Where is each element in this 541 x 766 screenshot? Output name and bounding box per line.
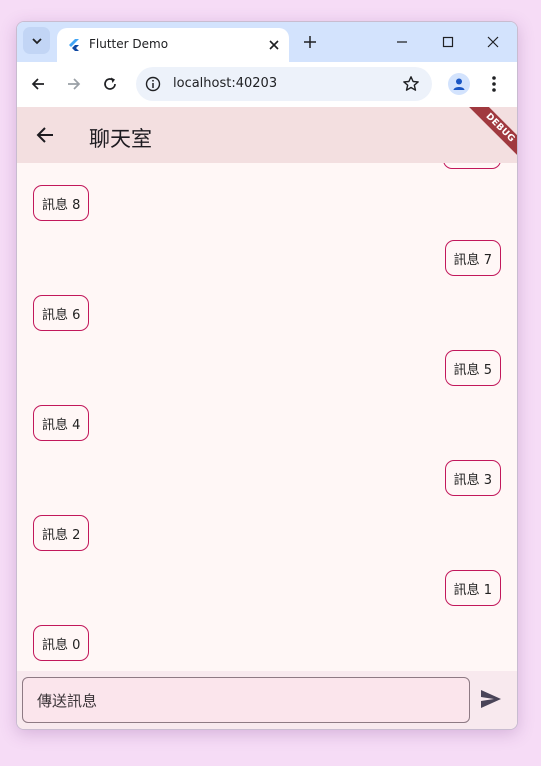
reload-icon: [104, 77, 116, 90]
profile-button[interactable]: [448, 73, 470, 95]
url-text: localhost:40203: [173, 76, 278, 91]
bookmark-star-icon[interactable]: [402, 75, 420, 93]
close-icon: [269, 40, 279, 50]
window-close-button[interactable]: [482, 32, 504, 52]
message-bubble: 訊息 3: [444, 460, 501, 496]
arrow-back-icon: [36, 127, 53, 143]
minimize-icon: [397, 41, 407, 43]
arrow-right-icon: [68, 78, 81, 90]
maximize-icon: [442, 36, 454, 48]
message-bubble: 訊息 4: [33, 405, 90, 441]
message-list[interactable]: 訊息 8 訊息 7 訊息 6 訊息 5 訊息 4 訊息 3 訊息 2 訊息 1 訊息 0: [17, 163, 517, 671]
tab-flutter-demo[interactable]: Flutter Demo: [57, 28, 289, 62]
tab-strip: Flutter Demo: [17, 22, 517, 62]
address-bar[interactable]: localhost:40203: [136, 67, 432, 101]
more-vert-icon: [492, 76, 496, 92]
message-bubble: 訊息 0: [33, 625, 90, 661]
browser-toolbar: localhost:40203: [17, 62, 517, 107]
message-input[interactable]: [35, 690, 459, 712]
app-bar: 聊天室 DEBUG: [17, 107, 517, 163]
tab-title: Flutter Demo: [89, 37, 169, 51]
debug-banner: DEBUG: [459, 107, 517, 163]
chevron-down-icon: [31, 37, 42, 44]
reload-button[interactable]: [99, 73, 121, 95]
page-title: 聊天室: [89, 127, 152, 151]
message-input-field[interactable]: [22, 677, 470, 723]
message-bubble: 訊息 7: [444, 240, 501, 276]
message-bubble: 訊息 2: [33, 515, 90, 551]
maximize-button[interactable]: [437, 32, 459, 52]
message-bubble: 訊息 5: [444, 350, 501, 386]
message-bubble: 訊息 1: [444, 570, 501, 606]
browser-window: Flutter Demo localhost:40203 聊天室 DEBUG 訊…: [16, 21, 518, 730]
flutter-icon: [69, 39, 79, 51]
browser-back-button[interactable]: [27, 73, 49, 95]
tab-close-button[interactable]: [265, 36, 283, 54]
message-bubble: 訊息 6: [33, 295, 90, 331]
arrow-left-icon: [31, 78, 44, 90]
browser-menu-button[interactable]: [487, 73, 501, 95]
close-icon: [487, 36, 499, 48]
minimize-button[interactable]: [391, 32, 413, 52]
new-tab-button[interactable]: [299, 31, 321, 53]
browser-forward-button[interactable]: [63, 73, 85, 95]
back-button[interactable]: [33, 123, 57, 147]
profile-icon: [453, 78, 465, 90]
message-bubble: 訊息 8: [33, 185, 90, 221]
message-bubble-partial: [443, 163, 501, 169]
plus-icon: [304, 36, 316, 48]
tab-search-button[interactable]: [23, 27, 50, 54]
site-info-icon[interactable]: [145, 76, 161, 92]
send-button[interactable]: [478, 686, 504, 712]
send-icon: [481, 690, 501, 708]
composer-bar: [17, 671, 517, 729]
